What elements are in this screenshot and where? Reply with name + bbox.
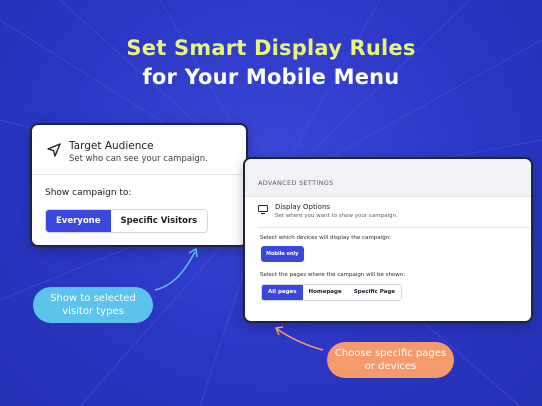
pages-label: Select the pages where the campaign will… [260,272,406,278]
display-options-subtitle: Set where you want to show your campaign… [275,213,398,219]
monitor-icon [258,205,268,214]
advanced-settings-header: ADVANCED SETTINGS [245,159,531,197]
target-audience-subtitle: Set who can see your campaign. [69,154,208,164]
everyone-option[interactable]: Everyone [46,210,111,232]
divider [258,227,531,228]
arrow-to-audience-card [154,251,196,291]
homepage-option[interactable]: Homepage [302,285,348,300]
mobile-only-button[interactable]: Mobile only [261,246,304,262]
show-campaign-label: Show campaign to: [45,188,132,198]
arrow-to-settings-card [276,328,324,351]
advanced-settings-card: ADVANCED SETTINGS Display Options Set wh… [243,157,533,323]
display-options-title: Display Options [275,203,331,211]
target-audience-header: Target Audience Set who can see your cam… [32,125,246,175]
audience-segmented-control: Everyone Specific Visitors [45,209,209,233]
pages-devices-callout: Choose specific pages or devices [327,342,454,378]
headline-line-1: Set Smart Display Rules [126,36,416,60]
visitor-types-callout-line-1: Show to selected [50,293,136,304]
headline-line-2: for Your Mobile Menu [142,65,400,89]
pages-devices-callout-line-1: Choose specific pages [334,348,447,359]
pages-devices-callout-line-2: or devices [364,361,417,372]
devices-label: Select which devices will display the ca… [260,235,392,241]
navigation-arrow-icon [47,143,61,157]
headline: Set Smart Display Rules for Your Mobile … [0,34,542,92]
visitor-types-callout-line-2: visitor types [62,306,124,317]
target-audience-card: Target Audience Set who can see your cam… [30,123,248,247]
target-audience-title: Target Audience [69,140,154,152]
specific-visitors-option[interactable]: Specific Visitors [110,210,208,232]
visitor-types-callout: Show to selected visitor types [33,287,153,323]
specific-page-option[interactable]: Specific Page [347,285,401,300]
all-pages-option[interactable]: All pages [262,285,303,300]
pages-segmented-control: All pages Homepage Specific Page [261,284,402,301]
